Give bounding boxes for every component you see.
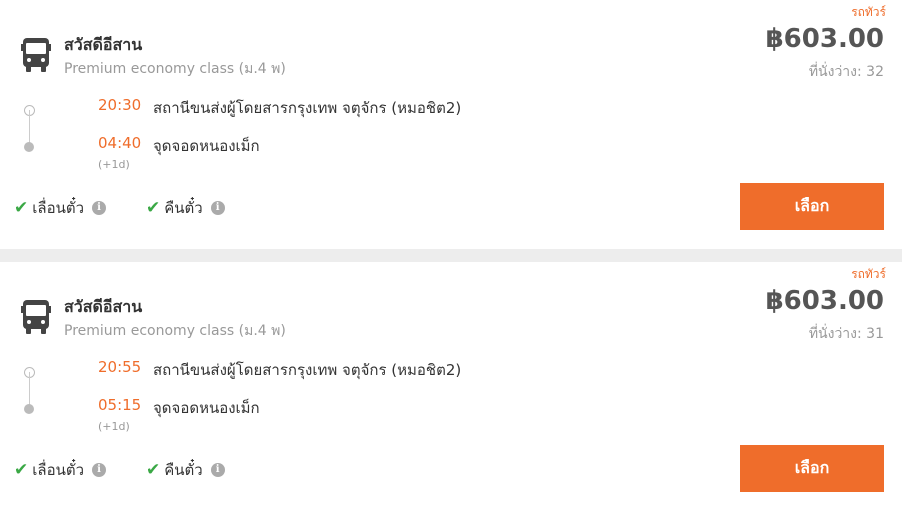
arrive-place: จุดจอดหนองเม็ก: [153, 137, 260, 155]
trip-card: รถทัวร์ สวัสดีอีสาน Premium economy clas…: [0, 0, 902, 249]
check-icon: ✔: [146, 198, 161, 218]
policy-reschedule: ✔ เลื่อนตั๋ว i: [14, 196, 106, 220]
price: ฿603.00: [765, 24, 884, 54]
operator-name: สวัสดีอีสาน: [64, 297, 143, 316]
route-line: [29, 372, 30, 408]
policy-label: เลื่อนตั๋ว: [32, 199, 84, 217]
info-icon[interactable]: i: [210, 201, 225, 215]
policy-reschedule: ✔ เลื่อนตั๋ว i: [14, 458, 106, 482]
price: ฿603.00: [765, 286, 884, 316]
operator-name: สวัสดีอีสาน: [64, 35, 143, 54]
policy-label: คืนตั๋ว: [164, 461, 203, 479]
depart-time: 20:55: [98, 358, 142, 376]
info-icon[interactable]: i: [210, 463, 225, 477]
next-day-note: (+1d): [98, 158, 130, 171]
select-button[interactable]: เลือก: [740, 183, 884, 230]
info-icon[interactable]: i: [92, 201, 106, 215]
route-line: [29, 110, 30, 146]
arrive-time: 04:40: [98, 134, 142, 152]
select-button[interactable]: เลือก: [740, 445, 884, 492]
seat-class: Premium economy class (ม.4 พ): [64, 323, 286, 339]
policy-refund: ✔ คืนตั๋ว i: [146, 196, 225, 220]
route-end-dot: [24, 404, 34, 414]
bus-icon: [21, 300, 51, 334]
bus-type-tag: รถทัวร์: [851, 267, 886, 281]
info-icon[interactable]: i: [92, 463, 106, 477]
depart-time: 20:30: [98, 96, 142, 114]
policy-refund: ✔ คืนตั๋ว i: [146, 458, 225, 482]
seats-available: ที่นั่งว่าง: 32: [808, 64, 884, 80]
depart-place: สถานีขนส่งผู้โดยสารกรุงเทพ จตุจักร (หมอช…: [153, 361, 462, 379]
arrive-place: จุดจอดหนองเม็ก: [153, 399, 260, 417]
check-icon: ✔: [14, 198, 29, 218]
seats-available: ที่นั่งว่าง: 31: [808, 326, 884, 342]
check-icon: ✔: [14, 460, 29, 480]
trip-list: รถทัวร์ สวัสดีอีสาน Premium economy clas…: [0, 0, 902, 511]
bus-icon: [21, 38, 51, 72]
depart-place: สถานีขนส่งผู้โดยสารกรุงเทพ จตุจักร (หมอช…: [153, 99, 462, 117]
check-icon: ✔: [146, 460, 161, 480]
seat-class: Premium economy class (ม.4 พ): [64, 61, 286, 77]
trip-card: รถทัวร์ สวัสดีอีสาน Premium economy clas…: [0, 262, 902, 511]
policy-label: เลื่อนตั๋ว: [32, 461, 84, 479]
bus-type-tag: รถทัวร์: [851, 5, 886, 19]
policy-label: คืนตั๋ว: [164, 199, 203, 217]
next-day-note: (+1d): [98, 420, 130, 433]
arrive-time: 05:15: [98, 396, 142, 414]
route-end-dot: [24, 142, 34, 152]
